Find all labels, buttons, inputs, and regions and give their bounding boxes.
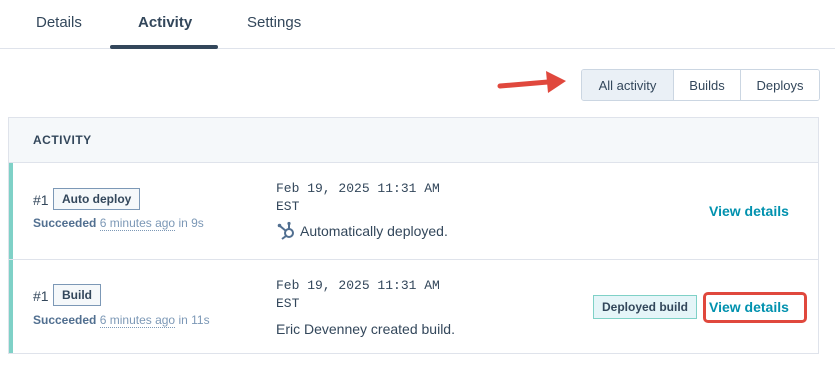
deployed-build-badge: Deployed build [593, 295, 698, 319]
active-tab-indicator [110, 45, 218, 49]
row-number: #1 [33, 192, 49, 208]
activity-row: #1 Build Succeeded 6 minutes ago in 11s … [9, 260, 818, 353]
view-details-link[interactable]: View details [709, 203, 789, 219]
activity-row: #1 Auto deploy Succeeded 6 minutes ago i… [9, 163, 818, 260]
filter-all-activity-button[interactable]: All activity [582, 70, 674, 100]
row-description: Automatically deployed. [276, 221, 448, 241]
row-accent-bar [9, 163, 13, 259]
status-text: Succeeded [33, 216, 97, 230]
tab-bar: Details Activity Settings [0, 0, 835, 49]
tab-settings[interactable]: Settings [247, 14, 301, 31]
row-status-line: Succeeded 6 minutes ago in 9s [33, 216, 204, 231]
description-text: Eric Devenney created build. [276, 321, 455, 337]
filter-deploys-button[interactable]: Deploys [741, 70, 819, 100]
hubspot-sprocket-icon [277, 221, 294, 240]
row-timestamp: Feb 19, 2025 11:31 AM EST [276, 181, 440, 214]
duration-text: in 11s [178, 313, 210, 327]
status-text: Succeeded [33, 313, 97, 327]
description-text: Automatically deployed. [300, 223, 448, 239]
activity-header: ACTIVITY [9, 118, 818, 163]
filter-builds-button[interactable]: Builds [674, 70, 741, 100]
duration-text: in 9s [178, 216, 204, 230]
row-status-line: Succeeded 6 minutes ago in 11s [33, 313, 210, 328]
activity-panel: ACTIVITY #1 Auto deploy Succeeded 6 minu… [8, 117, 819, 354]
view-details-link[interactable]: View details [709, 299, 789, 315]
row-type-tag: Auto deploy [53, 188, 141, 210]
row-number: #1 [33, 288, 49, 304]
tab-activity[interactable]: Activity [138, 14, 192, 31]
time-ago[interactable]: 6 minutes ago [99, 313, 176, 328]
row-description: Eric Devenney created build. [276, 321, 455, 337]
time-ago[interactable]: 6 minutes ago [99, 216, 176, 231]
tab-details[interactable]: Details [36, 14, 82, 31]
activity-filter-group: All activity Builds Deploys [581, 69, 820, 101]
annotation-arrow-icon [497, 71, 566, 93]
row-type-tag: Build [53, 284, 101, 306]
row-accent-bar [9, 260, 13, 353]
row-timestamp: Feb 19, 2025 11:31 AM EST [276, 278, 440, 311]
